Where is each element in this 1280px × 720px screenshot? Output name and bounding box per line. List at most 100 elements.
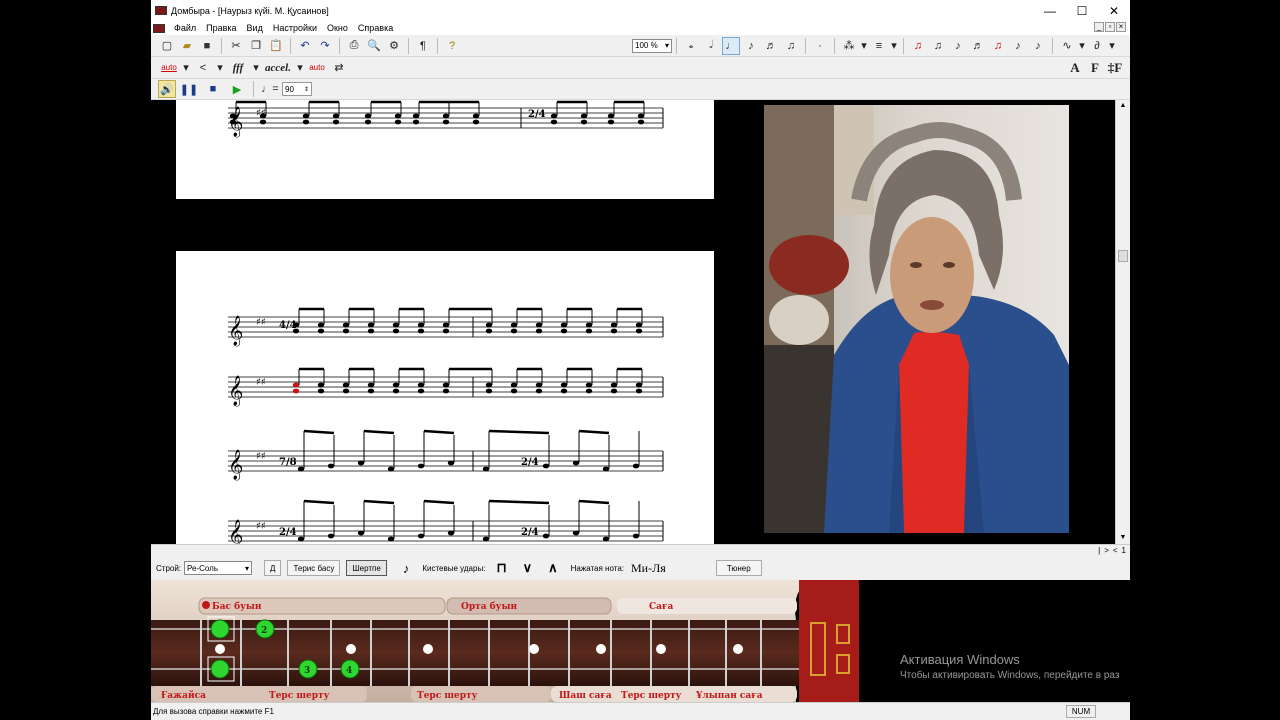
treble-clef-icon: 𝄞 [228,449,243,481]
zoom-select[interactable]: 100 % ▾ [632,38,672,53]
scroll-thumb[interactable] [1118,250,1128,262]
tremolo-icon[interactable]: ≡ [870,37,888,55]
d-button[interactable]: Д [264,560,282,576]
chevron-down-icon[interactable]: ▾ [216,59,224,77]
dombra-control-bar: Строй: Ре-Соль ▾ Д Терис басу Шертпе ♪ Ки… [151,556,1130,580]
play-icon[interactable]: ▶ [226,80,248,98]
menu-help[interactable]: Справка [353,23,398,33]
copy-icon[interactable]: ❐ [247,37,265,55]
mdi-restore-button[interactable]: ▫ [1105,22,1115,32]
chevron-down-icon[interactable]: ▾ [860,37,868,55]
close-button[interactable]: ✕ [1098,0,1130,21]
tempo-change-icon[interactable]: accel. [262,59,294,77]
paragraph-icon[interactable]: ¶ [414,37,432,55]
mdi-minimize-button[interactable]: _ [1094,22,1104,32]
whole-note-icon[interactable]: 𝅝 [682,37,700,55]
note-rest-icon[interactable]: ♪ [1009,37,1027,55]
notehead [485,382,493,388]
menu-view[interactable]: Вид [242,23,268,33]
tuplet-icon[interactable]: ⁂ [840,37,858,55]
finger-1b-indicator[interactable] [210,659,230,679]
vertical-scrollbar[interactable]: ▲ ▼ [1115,100,1130,544]
note-color-icon[interactable]: ♫ [989,37,1007,55]
transpose-icon[interactable]: ⇄ [330,59,348,77]
help-icon[interactable]: ? [443,37,461,55]
redo-icon[interactable]: ↷ [316,37,334,55]
tuning-select[interactable]: Ре-Соль ▾ [184,561,253,575]
font-f2-button[interactable]: ‡F [1106,59,1124,77]
menu-file[interactable]: Файл [169,23,201,33]
menu-window[interactable]: Окно [322,23,353,33]
note-tie-icon[interactable]: ♪ [1029,37,1047,55]
quarter-note-icon[interactable]: ♩ [722,36,740,55]
chevron-down-icon[interactable]: ▾ [1108,37,1116,55]
notehead [610,328,618,334]
scroll-down-icon[interactable]: ▼ [1116,532,1130,544]
next-page-button[interactable]: > [1104,546,1109,555]
pause-icon[interactable]: ❚❚ [178,80,200,98]
stop-icon[interactable]: ■ [202,80,224,98]
beam-split-icon[interactable]: ♪ [949,37,967,55]
tuner-button[interactable]: Тюнер [715,560,762,576]
chevron-down-icon[interactable]: ▾ [296,59,304,77]
page-setup-icon[interactable]: ⚙ [385,37,403,55]
auto-beam-icon[interactable]: auto [158,59,180,77]
chevron-down-icon[interactable]: ▾ [182,59,190,77]
note-stroke-icon[interactable]: ♪ [403,561,410,576]
tempo-field[interactable]: 90 ⇕ [282,82,312,96]
notehead [292,382,300,388]
undo-icon[interactable]: ↶ [296,37,314,55]
mdi-close-button[interactable]: × [1116,22,1126,32]
maximize-button[interactable]: ☐ [1066,0,1098,21]
notehead [560,382,568,388]
font-a-button[interactable]: A [1066,59,1084,77]
spinner-icon[interactable]: ⇕ [304,86,309,93]
beam [363,499,395,505]
beam-flip-icon[interactable]: ♬ [969,37,987,55]
chevron-down-icon[interactable]: ▾ [252,59,260,77]
thirty-second-note-icon[interactable]: ♫ [782,37,800,55]
open-file-icon[interactable]: ▰ [178,37,196,55]
auto-tuplet-icon[interactable]: auto [306,59,328,77]
eighth-note-icon[interactable]: ♪ [742,37,760,55]
paste-icon[interactable]: 📋 [267,37,285,55]
prev-page-button[interactable]: < [1113,546,1118,555]
downstroke-icon[interactable]: ⊓ [496,560,506,576]
print-preview-icon[interactable]: 🔍 [365,37,383,55]
scroll-up-icon[interactable]: ▲ [1116,100,1130,112]
horizontal-scrollbar[interactable]: | > < 1 [151,544,1130,556]
speaker-icon[interactable]: 🔊 [158,80,176,98]
hairpin-icon[interactable]: < [192,59,214,77]
font-f-button[interactable]: F [1086,59,1104,77]
menu-settings[interactable]: Настройки [268,23,322,33]
new-file-icon[interactable]: ▢ [158,37,176,55]
accent-stroke-icon[interactable]: ∧ [548,560,558,576]
key-signature: ♯♯ [256,377,266,388]
score-document-area[interactable]: 𝄞 ♯♯ 2/4 𝄞♯♯4/4𝄞♯♯𝄞♯♯7/82/4𝄞♯♯2/42/4 [151,100,1115,544]
save-icon[interactable]: ■ [198,37,216,55]
cut-icon[interactable]: ✂ [227,37,245,55]
reverse-bass-button[interactable]: Терис басу [287,560,341,576]
document-icon[interactable] [153,23,165,33]
beam [303,429,335,435]
sixteenth-note-icon[interactable]: ♬ [762,37,780,55]
auto-note-icon[interactable]: ♫ [909,37,927,55]
shertpe-button[interactable]: Шертпе [346,560,387,576]
notehead [327,463,335,469]
dombra-fretboard[interactable]: Бас буын Орта буын Саға Ғажайса Терс шер… [151,580,1130,702]
chevron-down-icon[interactable]: ▾ [890,37,898,55]
half-note-icon[interactable]: 𝅗𝅥 [702,37,720,55]
dot-icon[interactable]: · [811,37,829,55]
minimize-button[interactable]: — [1034,0,1066,21]
menu-edit[interactable]: Правка [201,23,241,33]
beam-join-icon[interactable]: ♫ [929,37,947,55]
print-icon[interactable]: ⎙ [345,37,363,55]
title-bar: Домбыра - [Наурыз күйі. М. Қусаинов] — ☐… [151,0,1130,21]
chevron-down-icon[interactable]: ▾ [1078,37,1086,55]
trill-icon[interactable]: ∿ [1058,37,1076,55]
saga-section[interactable] [617,598,797,614]
finger-1-indicator[interactable] [210,619,230,639]
dynamics-icon[interactable]: fff [226,59,250,77]
ornament-icon[interactable]: ∂ [1088,37,1106,55]
upstroke-icon[interactable]: ∨ [523,560,533,576]
